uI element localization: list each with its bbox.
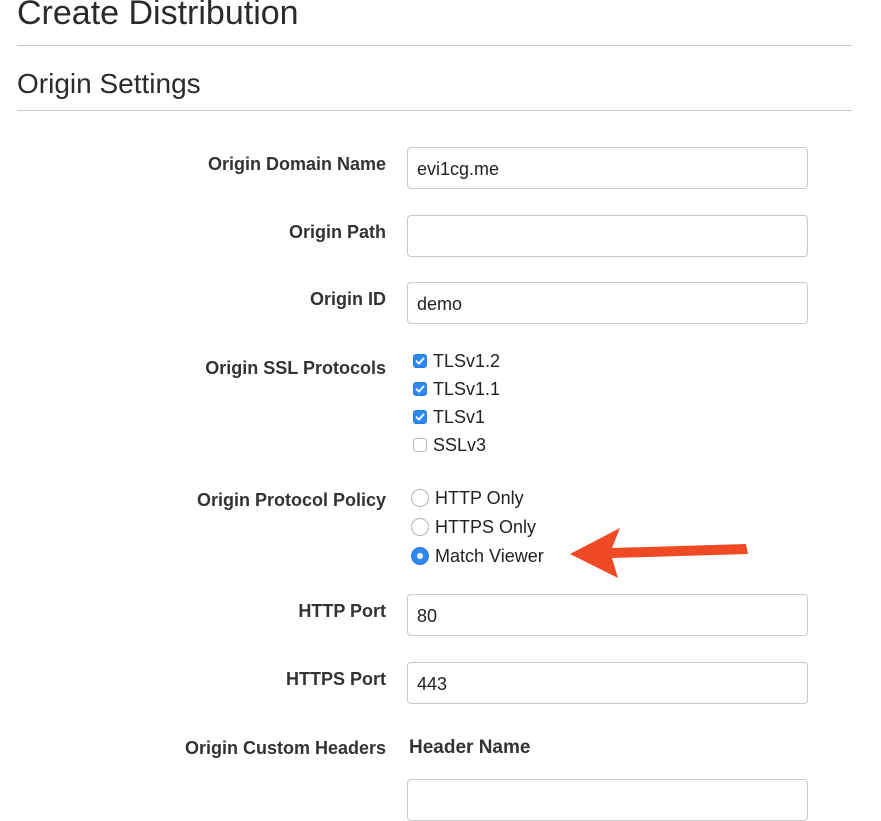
origin-path-label: Origin Path — [288, 222, 386, 242]
https-port-input[interactable]: 443 — [407, 662, 808, 704]
origin-id-input[interactable]: demo — [407, 282, 808, 324]
origin-protocol-policy-label: Origin Protocol Policy — [196, 490, 386, 510]
radio-button[interactable] — [411, 547, 429, 565]
checkbox[interactable] — [413, 382, 427, 396]
option-label: HTTPS Only — [435, 516, 537, 537]
section-divider — [17, 110, 852, 111]
option-label: TLSv1 — [433, 406, 486, 427]
option-label: TLSv1.2 — [433, 350, 501, 371]
origin-custom-headers-label: Origin Custom Headers — [184, 738, 386, 758]
ssl-option-tlsv1-1[interactable]: TLSv1.1 — [413, 376, 500, 402]
ssl-option-sslv3[interactable]: SSLv3 — [413, 432, 486, 458]
policy-option-https-only[interactable]: HTTPS Only — [411, 514, 536, 540]
checkmark-icon — [415, 385, 425, 393]
checkmark-icon — [415, 357, 425, 365]
http-port-input[interactable]: 80 — [407, 594, 808, 636]
policy-option-http-only[interactable]: HTTP Only — [411, 485, 524, 511]
header-name-column-header: Header Name — [409, 737, 531, 758]
radio-button[interactable] — [411, 489, 429, 507]
checkbox[interactable] — [413, 410, 427, 424]
checkbox[interactable] — [413, 438, 427, 452]
policy-option-match-viewer[interactable]: Match Viewer — [411, 543, 544, 569]
checkmark-icon — [415, 413, 425, 421]
option-label: SSLv3 — [433, 434, 487, 455]
section-title: Origin Settings — [17, 68, 201, 99]
title-divider — [17, 45, 852, 46]
option-label: HTTP Only — [435, 487, 524, 508]
option-label: TLSv1.1 — [433, 378, 501, 399]
ssl-option-tlsv1-2[interactable]: TLSv1.2 — [413, 348, 500, 374]
radio-button[interactable] — [411, 518, 429, 536]
http-port-label: HTTP Port — [298, 601, 386, 621]
origin-domain-name-input[interactable]: evi1cg.me — [407, 147, 808, 189]
option-label: Match Viewer — [435, 545, 544, 566]
arrow-left-icon — [570, 528, 748, 578]
https-port-label: HTTPS Port — [285, 669, 386, 689]
origin-id-label: Origin ID — [310, 289, 386, 309]
header-name-input[interactable] — [407, 779, 808, 821]
origin-ssl-protocols-label: Origin SSL Protocols — [205, 358, 386, 378]
origin-domain-name-label: Origin Domain Name — [207, 154, 386, 174]
origin-path-input[interactable] — [407, 215, 808, 257]
checkbox[interactable] — [413, 354, 427, 368]
page-title: Create Distribution — [17, 0, 299, 32]
ssl-option-tlsv1[interactable]: TLSv1 — [413, 404, 485, 430]
